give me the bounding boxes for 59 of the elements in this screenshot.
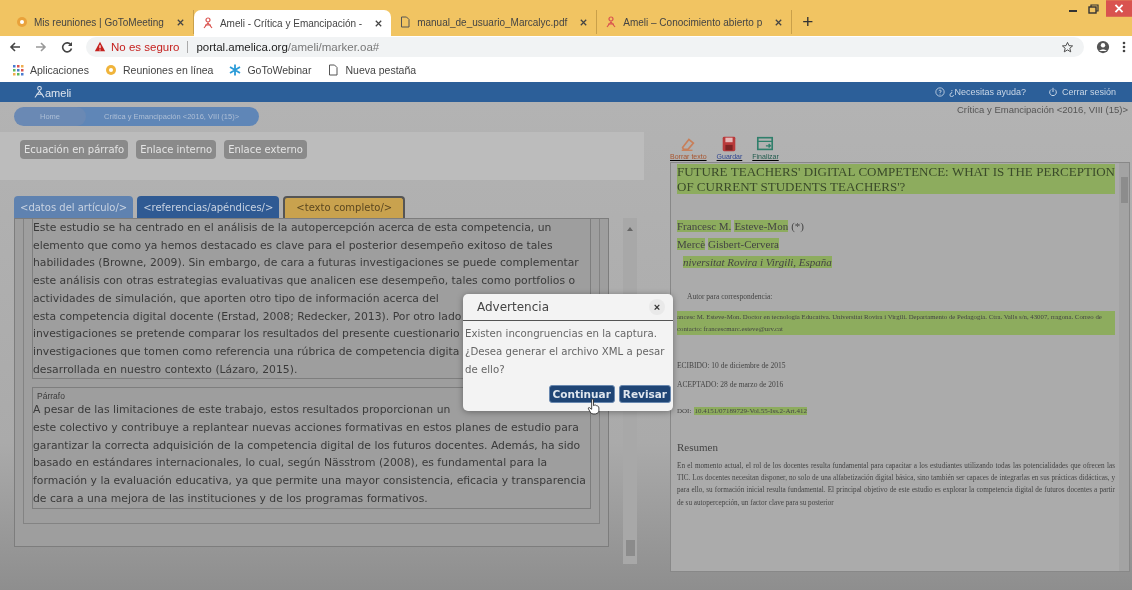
document-icon [399,16,412,28]
help-icon [934,87,945,97]
ameli-logo[interactable]: ameli [34,85,72,99]
flower-icon [104,64,117,76]
document-text: (*) [791,220,804,232]
warning-icon [94,41,106,53]
browser-tab[interactable]: manual_de_usuario_Marcalyc.pdf [391,10,598,34]
document-text: FUTURE TEACHERS' DIGITAL COMPETENCE: WHAT IS THE PERCEPTION OF CURRENT STUDENTS TEACHERS'? [677,164,1115,194]
document-text: Francesc M. [677,220,732,232]
bookmark-star-icon[interactable] [1061,40,1074,54]
bookmark-link[interactable]: Aplicaciones [12,64,89,76]
scroll-thumb[interactable] [625,540,635,556]
bookmark-link[interactable]: Nueva pestaña [327,64,417,76]
document-text: niversitat Rovira i Virgili, España [683,256,832,268]
power-icon [1047,87,1058,97]
dialog-title: Advertencia [477,300,549,314]
journal-title: Crítica y Emancipación <2016, VIII (15)> [956,104,1128,115]
document-text: Esteve-Mon [734,220,789,232]
document-text: Mercè [677,238,706,250]
new-tab-button[interactable]: + [802,12,814,32]
account-icon[interactable] [1096,40,1110,54]
address-field[interactable]: No es seguro portal.amelica.org/ameli/marker.oa# [86,37,1084,57]
header-link[interactable]: ¿Necesitas ayuda? [934,87,1026,97]
document-text: Gisbert-Cervera [708,238,779,250]
person-icon [34,85,45,99]
browser-tab[interactable]: Ameli - Crítica y Emancipación - [193,10,392,36]
paragraph-text[interactable]: A pesar de las limitaciones de este trabajo, estos resultados proporcionan un este colectivo y contribuye a replantear nuevas acciones formativas en estos planes de estudio para garantizar la correcta adquisición de la competencia digital de los futuros docentes. Además, ha sido basado en estándares internacionales, lo cual, según Nässtrom (2008), es fundamental para la formación y la evaluación educativa, ya que permite una mayor consistencia, eficacia y transparencia de cara a una mejora de las instituciones y de los programas formativos. [33,401,590,508]
dialog-button[interactable]: Continuar [548,385,615,403]
close-window-icon[interactable] [1106,0,1132,17]
back-icon[interactable] [8,40,22,54]
document-icon [327,64,340,76]
restore-icon[interactable] [1086,1,1100,16]
reload-icon[interactable] [60,40,74,54]
menu-icon[interactable] [1122,40,1126,54]
flower-icon [16,16,28,28]
dialog-message: Existen incongruencias en la captura. ¿Desea generar el archivo XML a pesar de ello? [464,327,666,377]
header-link[interactable]: Cerrar sesión [1047,87,1116,97]
dialog-button[interactable]: Revisar [618,385,671,403]
snowflake-icon [229,64,242,76]
bookmark-link[interactable]: GoToWebinar [229,64,312,76]
apps-grid-icon [12,64,24,76]
close-icon[interactable] [374,18,384,28]
scrollbar[interactable] [1119,163,1129,571]
bookmark-link[interactable]: Reuniones en línea [104,64,214,76]
person-icon [605,16,618,28]
editor-tab[interactable]: <referencias/apéndices/> [137,196,280,218]
editor-tab[interactable]: <datos del artículo/> [14,196,134,218]
close-button[interactable]: × [649,299,665,315]
person-icon [201,17,214,29]
close-icon[interactable] [579,17,589,27]
close-icon[interactable] [175,17,185,27]
browser-tab[interactable]: Mis reuniones | GoToMeeting [8,10,194,34]
close-icon[interactable] [774,17,784,27]
scroll-thumb[interactable] [1120,177,1128,203]
section-heading: Resumen [677,441,718,453]
forward-icon[interactable] [34,40,48,54]
browser-tab[interactable]: Ameli – Conocimiento abierto p [597,10,793,34]
editor-tab[interactable]: <texto completo/> [283,196,406,218]
paragraph-label: Párrafo [36,390,66,402]
